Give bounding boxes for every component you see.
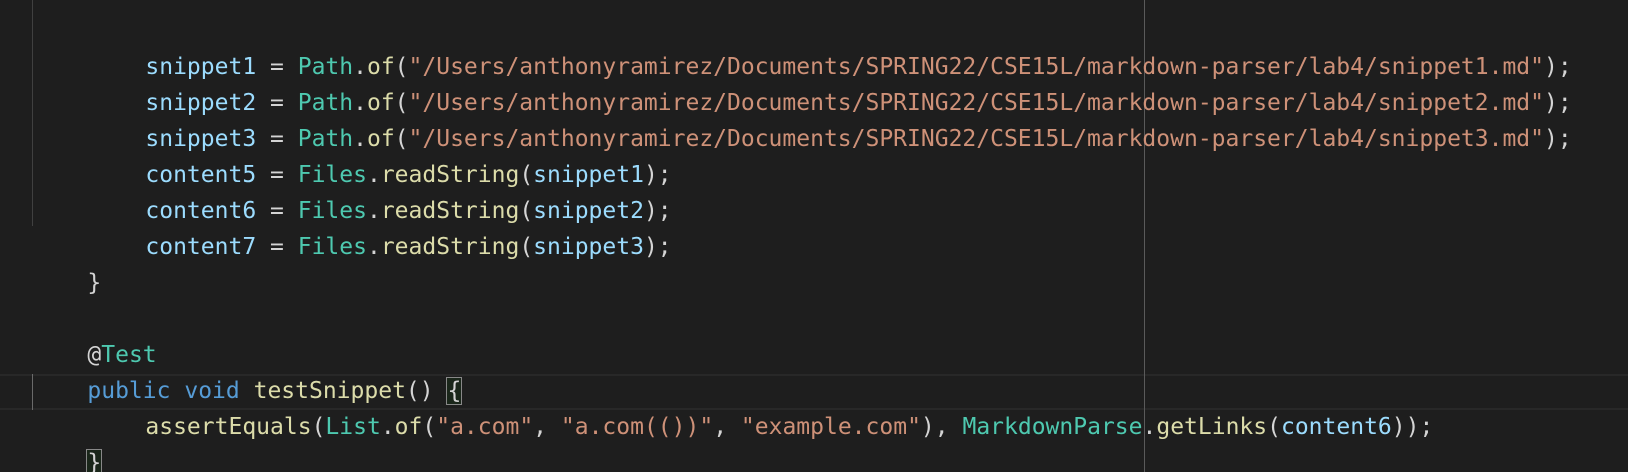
code-line-11[interactable]: assertEquals(List.of("a.com", "a.com(())…	[90, 373, 1433, 440]
code-token: "a.com(())"	[560, 414, 714, 440]
code-token: .	[380, 414, 395, 440]
code-line-2[interactable]: snippet2 = Path.of("/Users/anthonyramire…	[90, 49, 1571, 116]
code-token: ,	[533, 414, 561, 440]
code-line-4[interactable]: content5 = Files.readString(snippet1);	[90, 121, 671, 188]
code-token: ,	[713, 414, 741, 440]
code-line-6[interactable]: content7 = Files.readString(snippet3);	[90, 193, 671, 260]
code-token: MarkdownParse	[962, 414, 1143, 440]
indent-guide-upper	[32, 0, 33, 226]
code-line-3[interactable]: snippet3 = Path.of("/Users/anthonyramire…	[90, 85, 1571, 152]
code-token: content7	[145, 234, 257, 260]
code-line-7[interactable]: }	[32, 229, 101, 296]
code-token: readString	[380, 234, 520, 260]
code-token: of	[394, 414, 423, 440]
code-token: getLinks	[1156, 414, 1268, 440]
code-token: );	[643, 234, 672, 260]
code-token: snippet3	[533, 234, 644, 260]
code-token: (	[311, 414, 326, 440]
code-token: (	[1267, 414, 1281, 440]
code-line-1[interactable]: snippet1 = Path.of("/Users/anthonyramire…	[90, 13, 1571, 80]
code-line-5[interactable]: content6 = Files.readString(snippet2);	[90, 157, 671, 224]
matching-bracket-close: }	[86, 449, 103, 472]
code-line-12[interactable]: }	[32, 409, 103, 472]
code-token: "a.com"	[436, 414, 534, 440]
code-token: "example.com"	[740, 414, 921, 440]
code-token: List	[325, 414, 381, 440]
code-editor[interactable]: snippet1 = Path.of("/Users/anthonyramire…	[0, 0, 1628, 472]
code-token: .	[366, 234, 381, 260]
code-token: (	[519, 234, 534, 260]
code-token: .	[1142, 414, 1157, 440]
code-token: );	[1544, 126, 1572, 152]
code-token: assertEquals	[145, 414, 312, 440]
code-token: ));	[1391, 414, 1434, 440]
code-line-10[interactable]: public void testSnippet() {	[32, 337, 463, 405]
code-token: =	[256, 234, 298, 260]
code-line-9[interactable]: @Test	[32, 301, 156, 368]
code-token: ),	[920, 414, 963, 440]
code-token: }	[87, 270, 102, 296]
code-token: Files	[297, 234, 367, 260]
code-token: content6	[1280, 414, 1392, 440]
code-token: (	[422, 414, 437, 440]
